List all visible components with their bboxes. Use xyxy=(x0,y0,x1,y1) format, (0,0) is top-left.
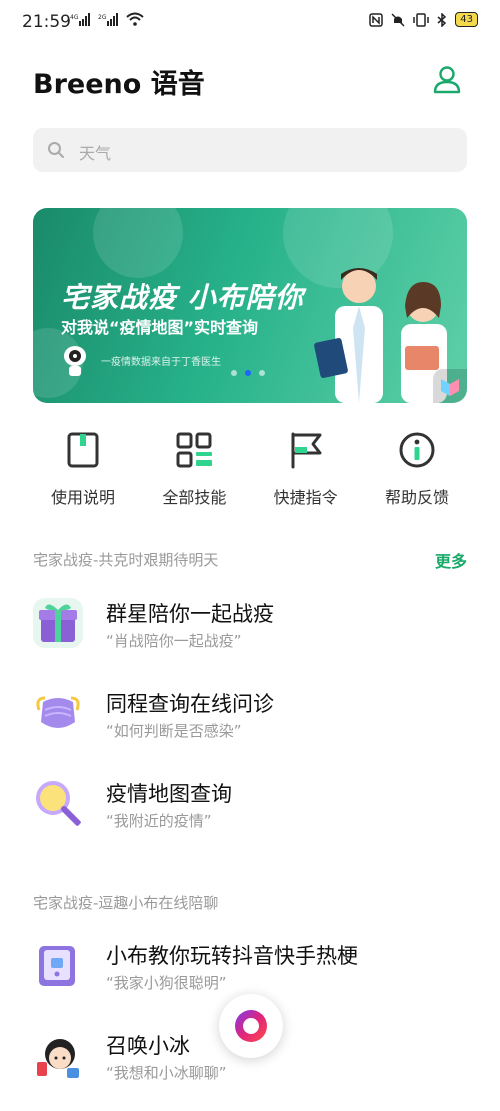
banner-source: 一疫情数据来自于丁香医生 xyxy=(101,357,221,368)
gift-icon xyxy=(33,598,83,648)
list-item[interactable]: 小布教你玩转抖音快手热梗 “我家小狗很聪明” xyxy=(33,940,467,1000)
mute-icon xyxy=(391,12,405,27)
quick-item-help[interactable]: 帮助反馈 xyxy=(367,430,467,508)
robot-icon xyxy=(64,346,86,376)
vibrate-icon xyxy=(413,12,430,27)
signal-4g-icon: 4G xyxy=(70,13,90,26)
item-title: 小布教你玩转抖音快手热梗 xyxy=(106,944,358,968)
status-time: 21:59 xyxy=(22,12,71,32)
signal-indicators: 4G 2G xyxy=(70,12,144,26)
banner-badge xyxy=(433,369,467,403)
list-item[interactable]: 群星陪你一起战疫 “肖战陪你一起战疫” xyxy=(33,598,467,658)
grid-icon xyxy=(176,432,213,468)
item-title: 同程查询在线问诊 xyxy=(106,692,274,716)
nfc-icon xyxy=(369,12,384,27)
quick-item-shortcuts[interactable]: 快捷指令 xyxy=(256,430,356,508)
quick-nav: 使用说明 全部技能 快捷指令 帮助反馈 xyxy=(33,430,467,508)
item-subtitle: “我想和小冰聊聊” xyxy=(106,1064,227,1082)
list-item[interactable]: 同程查询在线问诊 “如何判断是否感染” xyxy=(33,688,467,748)
search-input[interactable]: 天气 xyxy=(33,128,467,172)
svg-text:4G: 4G xyxy=(70,14,79,21)
page-title: Breeno 语音 xyxy=(33,69,205,100)
section-title: 宅家战疫-逗趣小布在线陪聊 xyxy=(33,894,219,912)
virus-decoration xyxy=(93,208,183,278)
promo-banner[interactable]: 宅家战疫 小布陪你 对我说“疫情地图”实时查询 一疫情数据来自于丁香医生 xyxy=(33,208,467,403)
banner-subtitle: 对我说“疫情地图”实时查询 xyxy=(61,318,259,337)
carousel-dot-active xyxy=(245,370,251,376)
magnifier-icon xyxy=(33,778,83,828)
quick-label: 帮助反馈 xyxy=(384,488,449,507)
user-icon[interactable] xyxy=(432,64,462,94)
quick-label: 快捷指令 xyxy=(273,488,338,507)
section-title: 宅家战疫-共克时艰期待明天 xyxy=(33,551,219,569)
carousel-dot xyxy=(259,370,265,376)
voice-assistant-button[interactable] xyxy=(219,994,283,1058)
item-subtitle: “我附近的疫情” xyxy=(106,812,212,830)
svg-text:2G: 2G xyxy=(98,14,107,21)
list-item[interactable]: 疫情地图查询 “我附近的疫情” xyxy=(33,778,467,838)
battery-indicator: 43 xyxy=(455,12,478,27)
logo-icon xyxy=(441,379,459,396)
item-subtitle: “如何判断是否感染” xyxy=(106,722,242,740)
signal-2g-icon: 2G xyxy=(98,13,118,26)
bluetooth-icon xyxy=(437,12,447,27)
status-right-icons: 43 xyxy=(369,12,478,27)
item-title: 疫情地图查询 xyxy=(106,782,232,806)
item-subtitle: “我家小狗很聪明” xyxy=(106,974,227,992)
status-bar: 21:59 4G 2G 43 xyxy=(0,0,500,44)
item-title: 群星陪你一起战疫 xyxy=(106,602,274,626)
xiaoice-avatar-icon xyxy=(33,1030,83,1080)
info-icon xyxy=(399,432,435,468)
carousel-dots xyxy=(231,370,265,376)
quick-label: 使用说明 xyxy=(50,488,115,507)
banner-title: 宅家战疫 小布陪你 xyxy=(61,281,304,314)
instructions-icon xyxy=(67,432,99,468)
search-placeholder: 天气 xyxy=(79,144,112,163)
quick-label: 全部技能 xyxy=(162,488,227,507)
search-icon xyxy=(48,142,64,158)
wifi-icon xyxy=(126,12,144,26)
quick-item-all-skills[interactable]: 全部技能 xyxy=(144,430,244,508)
flag-icon xyxy=(291,432,322,469)
mask-icon xyxy=(33,688,83,738)
item-title: 召唤小冰 xyxy=(106,1034,190,1058)
more-link[interactable]: 更多 xyxy=(435,548,467,572)
tablet-icon xyxy=(33,940,83,990)
voice-orb-icon xyxy=(235,1010,267,1042)
carousel-dot xyxy=(231,370,237,376)
item-subtitle: “肖战陪你一起战疫” xyxy=(106,632,242,650)
quick-item-instructions[interactable]: 使用说明 xyxy=(33,430,133,508)
